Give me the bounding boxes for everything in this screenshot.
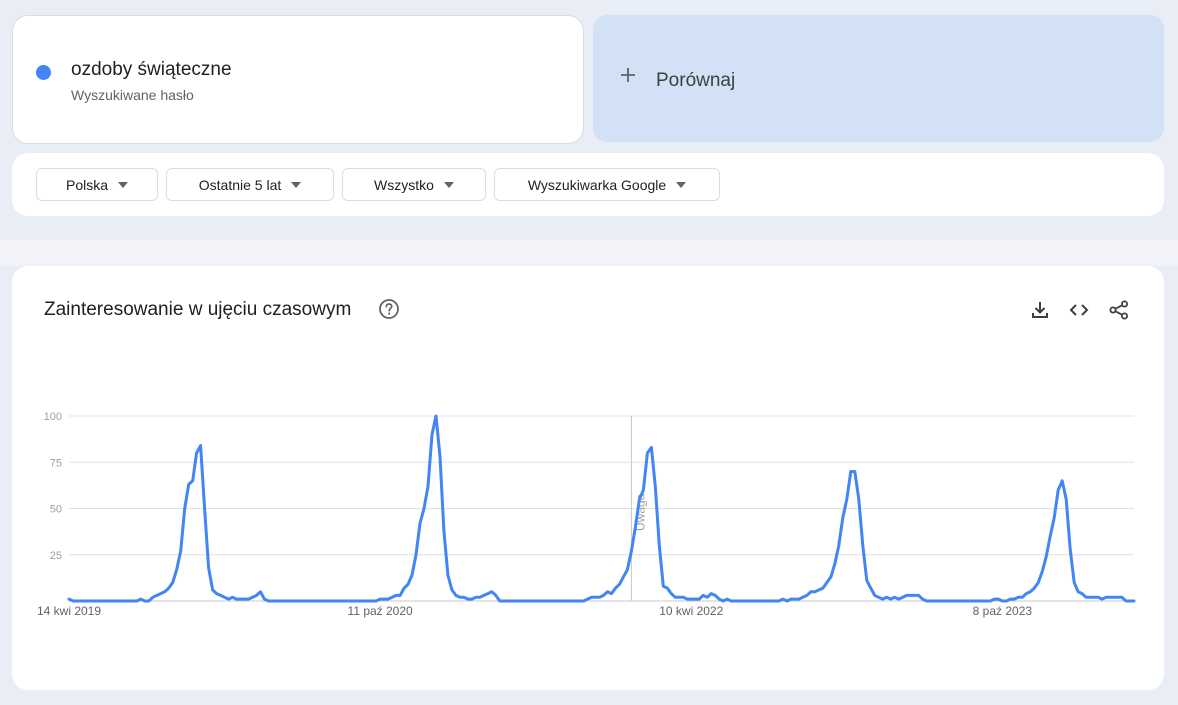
time-range-value: Ostatnie 5 lat — [198, 176, 282, 193]
x-tick-label: 10 kwi 2022 — [659, 604, 723, 618]
category-dropdown[interactable]: Wszystko — [342, 168, 486, 201]
x-tick-label: 14 kwi 2019 — [37, 604, 101, 618]
y-tick-label: 75 — [50, 457, 62, 469]
region-value: Polska — [65, 176, 109, 193]
series-color-dot — [36, 65, 51, 80]
interest-chart: 100755025Uwaga14 kwi 2019 11 paź 2020 10 k… — [37, 411, 1136, 618]
compare-button[interactable]: Porównaj — [593, 15, 1164, 142]
plus-icon — [621, 68, 635, 82]
region-dropdown[interactable]: Polska — [36, 168, 158, 201]
property-dropdown[interactable]: Wyszukiwarka Google — [494, 168, 720, 201]
property-value: Wyszukiwarka Google — [527, 176, 667, 193]
compare-label: Porównaj — [656, 70, 736, 91]
x-tick-label: 11 paź 2020 — [348, 604, 413, 618]
caret-down-icon — [291, 181, 302, 188]
y-tick-label: 50 — [50, 504, 62, 516]
y-tick-label: 100 — [44, 411, 62, 423]
filters-bar: Polska Ostatnie 5 lat Wszystko Wyszukiwa… — [12, 153, 1164, 216]
x-tick-label: 8 paź 2023 — [973, 604, 1033, 618]
section-divider — [0, 240, 1178, 266]
caret-down-icon — [443, 181, 454, 188]
search-term-type: Wyszukiwane hasło — [71, 87, 194, 103]
interest-over-time-card: Zainteresowanie w ujęciu czasowym 100 75 5… — [12, 266, 1164, 690]
search-term-name[interactable]: ozdoby świąteczne — [71, 59, 232, 81]
caret-down-icon — [118, 181, 129, 188]
y-tick-label: 25 — [50, 550, 62, 562]
caret-down-icon — [676, 181, 687, 188]
time-range-dropdown[interactable]: Ostatnie 5 lat — [166, 168, 334, 201]
category-value: Wszystko — [374, 176, 434, 193]
search-term-card[interactable]: ozdoby świąteczne Wyszukiwane hasło — [12, 15, 584, 144]
